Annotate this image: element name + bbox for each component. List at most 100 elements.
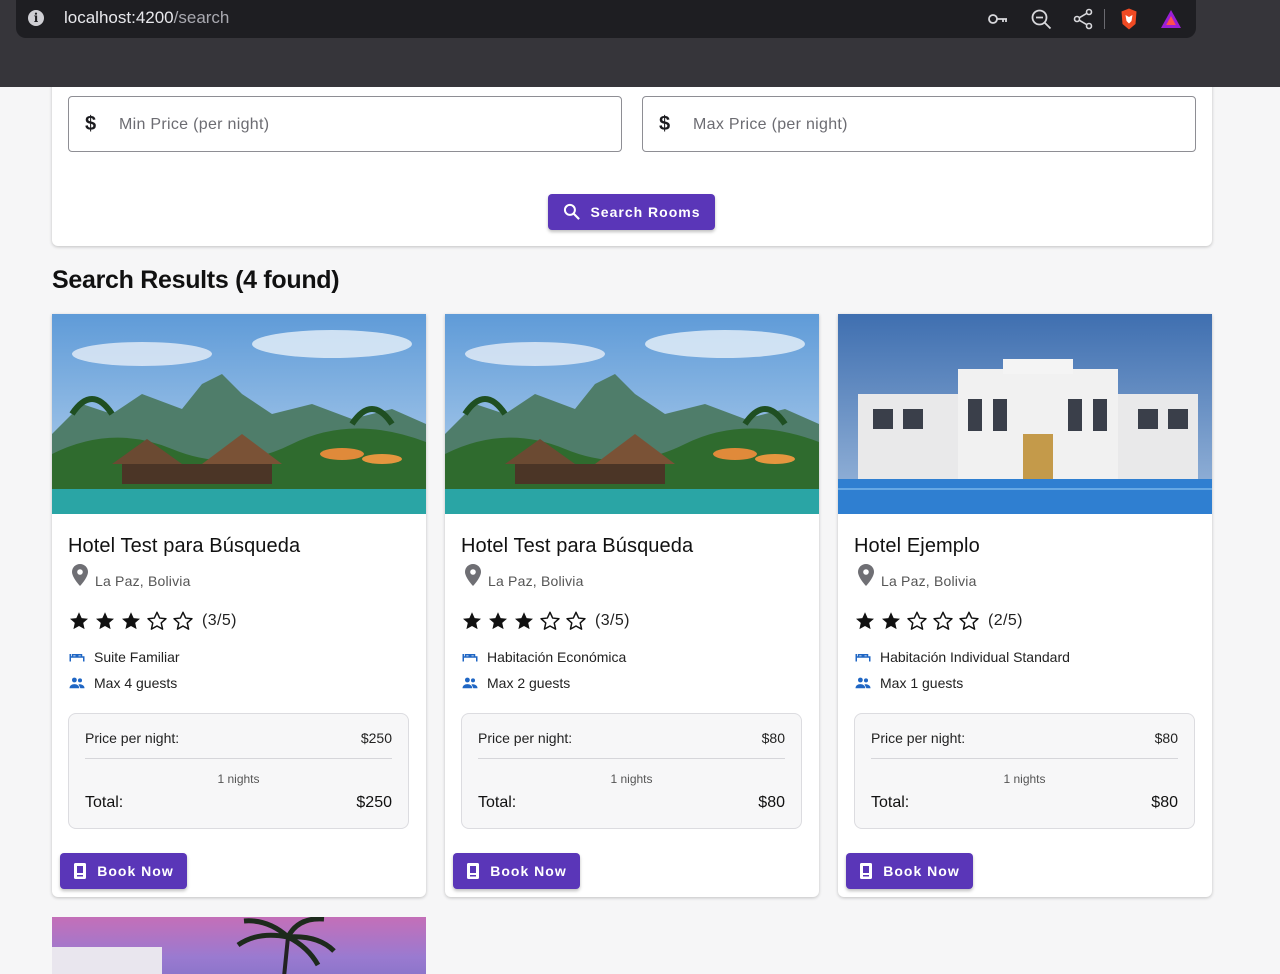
star-filled-icon xyxy=(515,612,533,630)
book-icon xyxy=(467,863,480,879)
toolbar-separator xyxy=(1104,9,1105,29)
hotel-name: Hotel Test para Búsqueda xyxy=(461,535,694,557)
max-price-input[interactable] xyxy=(693,111,1173,139)
guest-capacity: Max 4 guests xyxy=(68,674,177,692)
price-per-night-row: Price per night: $80 xyxy=(871,730,1178,746)
room-type: Habitación Económica xyxy=(461,648,626,666)
guest-capacity-label: Max 4 guests xyxy=(94,675,178,691)
divider xyxy=(85,758,392,759)
room-card-partial xyxy=(52,917,426,974)
location-pin-icon xyxy=(858,564,874,586)
total-label: Total: xyxy=(85,794,124,811)
price-per-night-label: Price per night: xyxy=(85,730,180,746)
page-content: $ $ Search Rooms Search Results (4 found… xyxy=(0,87,1280,974)
star-rating: (2/5) xyxy=(854,610,1023,632)
total-label: Total: xyxy=(871,794,910,811)
room-type-label: Suite Familiar xyxy=(94,649,180,665)
total-label: Total: xyxy=(478,794,517,811)
search-filter-card: $ $ Search Rooms xyxy=(52,87,1212,246)
book-now-button[interactable]: Book Now xyxy=(453,853,580,889)
price-summary: Price per night: $80 1 nights Total: $80 xyxy=(854,713,1195,829)
star-filled-icon xyxy=(882,612,900,630)
location-pin-icon xyxy=(465,564,481,586)
price-per-night-row: Price per night: $80 xyxy=(478,730,785,746)
price-per-night-label: Price per night: xyxy=(871,730,966,746)
room-card: Hotel Ejemplo La Paz, Bolivia (2/5) Habitac… xyxy=(838,314,1212,897)
star-rating: (3/5) xyxy=(461,610,630,632)
price-summary: Price per night: $250 1 nights Total: $250 xyxy=(68,713,409,829)
book-icon xyxy=(74,863,87,879)
site-info-icon[interactable]: i xyxy=(28,10,44,26)
price-summary: Price per night: $80 1 nights Total: $80 xyxy=(461,713,802,829)
star-rating: (3/5) xyxy=(68,610,237,632)
star-outline-icon xyxy=(540,611,560,630)
hotel-location: La Paz, Bolivia xyxy=(881,573,977,589)
nights-count: 1 nights xyxy=(217,772,260,786)
people-icon xyxy=(69,677,85,689)
star-filled-icon xyxy=(70,612,88,630)
star-filled-icon xyxy=(463,612,481,630)
url-text[interactable]: localhost:4200/search xyxy=(64,8,229,28)
star-outline-icon xyxy=(933,611,953,630)
star-outline-icon xyxy=(566,611,586,630)
browser-toolbar: i localhost:4200/search xyxy=(0,0,1280,87)
guest-capacity-label: Max 2 guests xyxy=(487,675,571,691)
room-card: Hotel Test para Búsqueda La Paz, Bolivia (… xyxy=(445,314,819,897)
room-type-label: Habitación Económica xyxy=(487,649,627,665)
people-icon xyxy=(462,677,478,689)
hotel-photo xyxy=(838,314,1212,514)
nights-count: 1 nights xyxy=(1003,772,1046,786)
rating-text: (3/5) xyxy=(595,612,630,629)
url-path: /search xyxy=(173,8,230,27)
min-price-field[interactable]: $ xyxy=(68,96,622,152)
search-icon xyxy=(564,203,581,220)
brave-rewards-icon[interactable] xyxy=(1159,7,1183,31)
price-per-night-value: $250 xyxy=(360,730,392,746)
zoom-out-icon[interactable] xyxy=(1029,7,1053,31)
star-outline-icon xyxy=(173,611,193,630)
star-filled-icon xyxy=(489,612,507,630)
max-price-field[interactable]: $ xyxy=(642,96,1196,152)
hotel-name: Hotel Ejemplo xyxy=(854,535,980,557)
total-value: $80 xyxy=(758,794,785,811)
min-price-input[interactable] xyxy=(119,111,599,139)
star-filled-icon xyxy=(96,612,114,630)
price-per-night-row: Price per night: $250 xyxy=(85,730,392,746)
star-outline-icon xyxy=(907,611,927,630)
nights-count: 1 nights xyxy=(610,772,653,786)
total-value: $250 xyxy=(356,794,392,811)
rating-text: (3/5) xyxy=(202,612,237,629)
share-icon[interactable] xyxy=(1071,7,1095,31)
book-now-label: Book Now xyxy=(97,863,174,879)
hotel-name: Hotel Test para Búsqueda xyxy=(68,535,301,557)
book-now-label: Book Now xyxy=(490,863,567,879)
star-filled-icon xyxy=(856,612,874,630)
bed-icon xyxy=(462,654,478,662)
hotel-location: La Paz, Bolivia xyxy=(488,573,584,589)
total-row: Total: $80 xyxy=(871,794,1178,812)
dollar-icon: $ xyxy=(85,113,97,135)
star-filled-icon xyxy=(122,612,140,630)
book-now-button[interactable]: Book Now xyxy=(846,853,973,889)
brave-shield-icon[interactable] xyxy=(1117,7,1141,31)
room-type: Habitación Individual Standard xyxy=(854,648,1070,666)
results-title: Search Results (4 found) xyxy=(52,266,340,294)
star-outline-icon xyxy=(959,611,979,630)
book-now-button[interactable]: Book Now xyxy=(60,853,187,889)
rating-text: (2/5) xyxy=(988,612,1023,629)
total-value: $80 xyxy=(1151,794,1178,811)
price-per-night-value: $80 xyxy=(1154,730,1178,746)
hotel-photo xyxy=(52,314,426,514)
key-icon[interactable] xyxy=(986,7,1010,31)
price-per-night-label: Price per night: xyxy=(478,730,573,746)
room-type: Suite Familiar xyxy=(68,648,180,666)
price-per-night-value: $80 xyxy=(761,730,785,746)
hotel-location: La Paz, Bolivia xyxy=(95,573,191,589)
hotel-photo xyxy=(445,314,819,514)
room-type-label: Habitación Individual Standard xyxy=(880,649,1070,665)
room-card: Hotel Test para Búsqueda La Paz, Bolivia (… xyxy=(52,314,426,897)
divider xyxy=(478,758,785,759)
book-now-label: Book Now xyxy=(883,863,960,879)
hotel-photo-sunset xyxy=(52,917,426,974)
search-rooms-button[interactable]: Search Rooms xyxy=(548,194,715,230)
